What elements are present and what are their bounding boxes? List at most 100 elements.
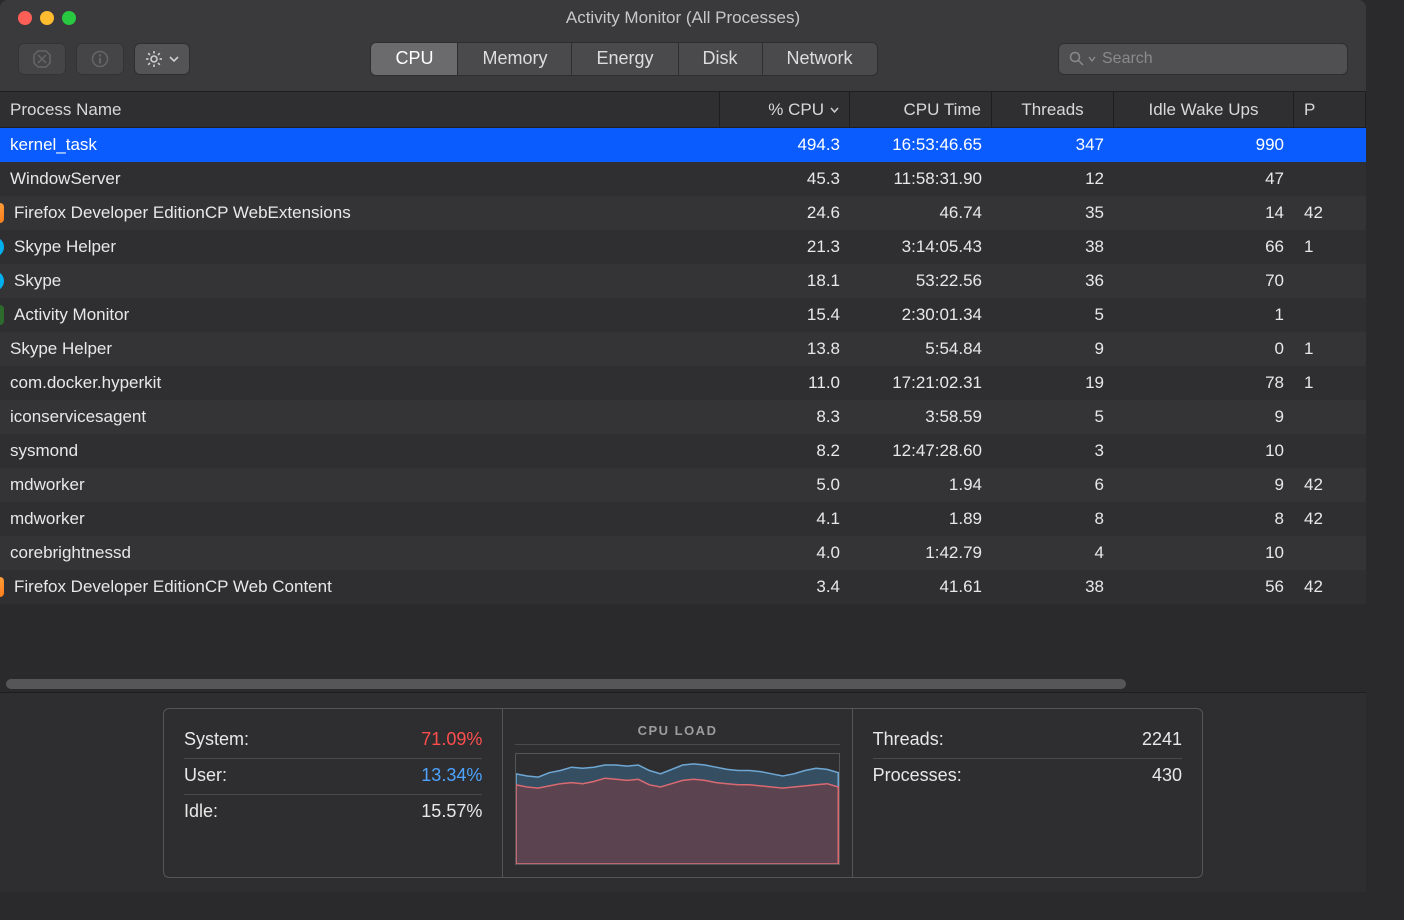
table-row[interactable]: kernel_task494.316:53:46.65347990 <box>0 128 1366 162</box>
col-idle-wakeups[interactable]: Idle Wake Ups <box>1114 92 1294 127</box>
summary-footer: System:71.09% User:13.34% Idle:15.57% CP… <box>0 692 1366 892</box>
toolbar: CPUMemoryEnergyDiskNetwork <box>0 36 1366 92</box>
stop-icon <box>33 50 51 68</box>
table-row[interactable]: WindowServer45.311:58:31.901247 <box>0 162 1366 196</box>
extra-col: 42 <box>1294 577 1366 597</box>
user-value: 13.34% <box>421 765 482 786</box>
scrollbar-thumb[interactable] <box>6 679 1126 689</box>
table-row[interactable]: Firefox Developer EditionCP Web Content3… <box>0 570 1366 604</box>
minimize-window-button[interactable] <box>40 11 54 25</box>
idle-wakeups: 78 <box>1114 373 1294 393</box>
process-name: mdworker <box>10 475 85 495</box>
col-extra[interactable]: P <box>1294 92 1366 127</box>
extra-col: 1 <box>1294 237 1366 257</box>
idle-wakeups: 66 <box>1114 237 1294 257</box>
info-icon <box>91 50 109 68</box>
close-window-button[interactable] <box>18 11 32 25</box>
process-name: Skype Helper <box>14 237 116 257</box>
thread-count: 9 <box>992 339 1114 359</box>
cpu-time: 5:54.84 <box>850 339 992 359</box>
inspect-process-button[interactable] <box>76 43 124 75</box>
cpu-percent: 13.8 <box>720 339 850 359</box>
col-threads[interactable]: Threads <box>992 92 1114 127</box>
table-row[interactable]: corebrightnessd4.01:42.79410 <box>0 536 1366 570</box>
table-row[interactable]: iconservicesagent8.33:58.5959 <box>0 400 1366 434</box>
cpu-load-panel: CPU LOAD <box>503 709 852 877</box>
skype-app-icon <box>0 237 4 257</box>
cpu-time: 3:58.59 <box>850 407 992 427</box>
cpu-percent: 8.3 <box>720 407 850 427</box>
tab-disk[interactable]: Disk <box>679 43 763 75</box>
extra-col: 42 <box>1294 475 1366 495</box>
cpu-percent: 4.0 <box>720 543 850 563</box>
process-name: WindowServer <box>10 169 121 189</box>
col-cpu-percent[interactable]: % CPU <box>720 92 850 127</box>
tab-network[interactable]: Network <box>763 43 877 75</box>
col-cpu-time[interactable]: CPU Time <box>850 92 992 127</box>
thread-count: 38 <box>992 237 1114 257</box>
actions-menu-button[interactable] <box>134 43 190 75</box>
table-row[interactable]: Skype Helper13.85:54.84901 <box>0 332 1366 366</box>
thread-count: 347 <box>992 135 1114 155</box>
cpu-percent: 11.0 <box>720 373 850 393</box>
search-field[interactable] <box>1058 43 1348 75</box>
sort-desc-icon <box>830 105 839 114</box>
process-name: Activity Monitor <box>14 305 129 325</box>
zoom-window-button[interactable] <box>62 11 76 25</box>
am-app-icon <box>0 305 4 325</box>
gear-icon <box>145 50 163 68</box>
window-controls <box>0 11 76 25</box>
skype-app-icon <box>0 271 4 291</box>
idle-wakeups: 990 <box>1114 135 1294 155</box>
cpu-percent: 45.3 <box>720 169 850 189</box>
table-row[interactable]: Activity Monitor15.42:30:01.3451 <box>0 298 1366 332</box>
process-name: iconservicesagent <box>10 407 146 427</box>
tab-memory[interactable]: Memory <box>458 43 572 75</box>
table-row[interactable]: com.docker.hyperkit11.017:21:02.3119781 <box>0 366 1366 400</box>
titlebar: Activity Monitor (All Processes) <box>0 0 1366 36</box>
processes-value: 430 <box>1152 765 1182 786</box>
system-label: System: <box>184 729 249 750</box>
table-row[interactable]: sysmond8.212:47:28.60310 <box>0 434 1366 468</box>
process-name: com.docker.hyperkit <box>10 373 161 393</box>
idle-wakeups: 9 <box>1114 407 1294 427</box>
table-row[interactable]: Skype18.153:22.563670 <box>0 264 1366 298</box>
col-process-name[interactable]: Process Name <box>0 92 720 127</box>
table-row[interactable]: mdworker4.11.898842 <box>0 502 1366 536</box>
process-name: mdworker <box>10 509 85 529</box>
cpu-time: 41.61 <box>850 577 992 597</box>
process-name: Firefox Developer EditionCP WebExtension… <box>14 203 351 223</box>
table-row[interactable]: mdworker5.01.946942 <box>0 468 1366 502</box>
idle-wakeups: 0 <box>1114 339 1294 359</box>
horizontal-scrollbar[interactable] <box>0 676 1366 692</box>
idle-wakeups: 70 <box>1114 271 1294 291</box>
process-name: kernel_task <box>10 135 97 155</box>
table-row[interactable]: Skype Helper21.33:14:05.4338661 <box>0 230 1366 264</box>
threads-label: Threads: <box>873 729 944 750</box>
thread-count: 12 <box>992 169 1114 189</box>
idle-value: 15.57% <box>421 801 482 822</box>
thread-count: 6 <box>992 475 1114 495</box>
cpu-time: 12:47:28.60 <box>850 441 992 461</box>
firefox-app-icon <box>0 577 4 597</box>
thread-count: 35 <box>992 203 1114 223</box>
process-name: corebrightnessd <box>10 543 131 563</box>
processes-label: Processes: <box>873 765 962 786</box>
table-row[interactable]: Firefox Developer EditionCP WebExtension… <box>0 196 1366 230</box>
cpu-percent: 24.6 <box>720 203 850 223</box>
cpu-load-chart <box>515 753 839 865</box>
cpu-percent-panel: System:71.09% User:13.34% Idle:15.57% <box>164 709 503 877</box>
cpu-percent: 494.3 <box>720 135 850 155</box>
tab-energy[interactable]: Energy <box>572 43 678 75</box>
quit-process-button[interactable] <box>18 43 66 75</box>
cpu-time: 2:30:01.34 <box>850 305 992 325</box>
search-icon <box>1069 51 1084 66</box>
idle-wakeups: 10 <box>1114 441 1294 461</box>
cpu-time: 17:21:02.31 <box>850 373 992 393</box>
idle-wakeups: 14 <box>1114 203 1294 223</box>
search-input[interactable] <box>1102 50 1337 68</box>
column-headers: Process Name % CPU CPU Time Threads Idle… <box>0 92 1366 128</box>
cpu-percent: 15.4 <box>720 305 850 325</box>
tab-cpu[interactable]: CPU <box>371 43 458 75</box>
cpu-time: 1.89 <box>850 509 992 529</box>
